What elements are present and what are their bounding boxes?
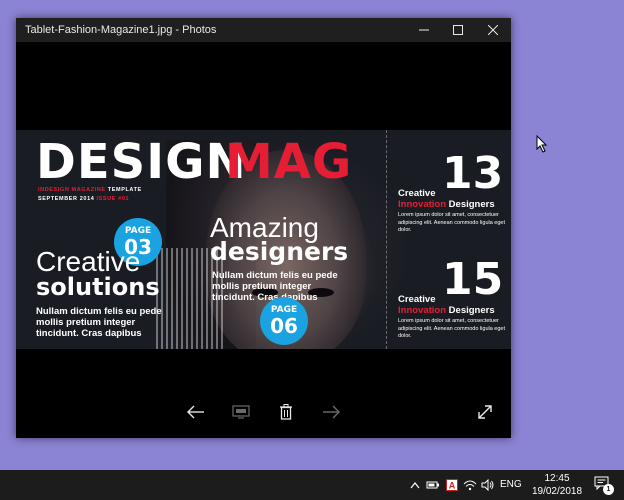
tagline-red-1: INDESIGN MAGAZINE (38, 187, 106, 193)
input-language[interactable]: ENG (500, 479, 522, 490)
volume-button[interactable] (481, 477, 495, 493)
svg-text:A: A (449, 481, 456, 491)
speaker-icon (481, 479, 494, 491)
app-a-icon: A (446, 479, 458, 491)
brand-design: DESIGN (36, 134, 247, 190)
blurb-left: Nullam dictum felis eu pede mollis preti… (36, 306, 162, 339)
minimize-icon (419, 29, 429, 31)
fullscreen-icon (478, 405, 492, 419)
close-icon (488, 25, 498, 35)
badge-number: 06 (270, 314, 298, 338)
headline-designers: designers (210, 237, 349, 266)
headline-creative: Creative (36, 246, 141, 277)
title-bar[interactable]: Tablet-Fashion-Magazine1.jpg - Photos (16, 18, 511, 42)
tagline-white-1: TEMPLATE (105, 187, 142, 193)
previous-button[interactable] (184, 401, 208, 423)
tagline-white-2: SEPTEMBER 2014 (38, 196, 97, 202)
clock-date[interactable]: 19/02/2018 (530, 486, 584, 497)
maximize-button[interactable] (441, 18, 475, 42)
delete-icon (280, 404, 292, 420)
close-button[interactable] (476, 18, 510, 42)
tray-app-button[interactable]: A (445, 477, 459, 493)
photos-window: Tablet-Fashion-Magazine1.jpg - Photos DE… (16, 18, 511, 438)
side-body-2: Lorem ipsum dolor sit amet, consectetuer… (398, 318, 506, 339)
headline-solutions: solutions (36, 273, 160, 301)
tagline-red-2: ISSUE #01 (96, 196, 130, 202)
forward-arrow-icon (323, 405, 340, 419)
delete-button[interactable] (274, 401, 298, 423)
battery-icon (426, 481, 439, 489)
photo-viewer-image[interactable]: DESIGN MAG INDESIGN MAGAZINE TEMPLATE SE… (16, 130, 511, 349)
side-title-2-line1: Creative (398, 294, 436, 305)
chevron-up-icon (410, 482, 420, 489)
column-divider (386, 130, 387, 349)
maximize-icon (453, 25, 463, 35)
side-title-1-line1: Creative (398, 188, 436, 199)
fullscreen-button[interactable] (473, 401, 497, 423)
action-center-button[interactable]: 1 (594, 476, 614, 495)
side-title-2: Creative Innovation Designers (398, 294, 508, 316)
taskbar: A ENG 12:45 19/02/2018 1 (0, 470, 624, 500)
side-title-1-end: Designers (446, 199, 495, 210)
wifi-icon (463, 480, 477, 491)
clock-time[interactable]: 12:45 (530, 473, 584, 484)
window-title: Tablet-Fashion-Magazine1.jpg - Photos (25, 24, 217, 36)
side-title-1: Creative Innovation Designers (398, 188, 508, 210)
show-hidden-icons-button[interactable] (408, 477, 422, 493)
back-arrow-icon (187, 405, 204, 419)
page-badge-06: PAGE 06 (260, 297, 308, 345)
brand-mag: MAG (225, 134, 353, 190)
slideshow-button[interactable] (229, 401, 253, 423)
side-title-1-red: Innovation (398, 199, 447, 210)
side-title-2-red: Innovation (398, 305, 447, 316)
side-body-1: Lorem ipsum dolor sit amet, consectetuer… (398, 212, 506, 233)
slideshow-icon (232, 405, 250, 419)
battery-button[interactable] (426, 477, 440, 493)
side-title-2-end: Designers (446, 305, 495, 316)
minimize-button[interactable] (407, 18, 441, 42)
tagline: INDESIGN MAGAZINE TEMPLATE SEPTEMBER 201… (38, 186, 142, 204)
network-button[interactable] (463, 477, 477, 493)
notification-count-badge: 1 (603, 484, 614, 495)
mouse-cursor-icon (536, 135, 548, 153)
next-button[interactable] (319, 401, 343, 423)
